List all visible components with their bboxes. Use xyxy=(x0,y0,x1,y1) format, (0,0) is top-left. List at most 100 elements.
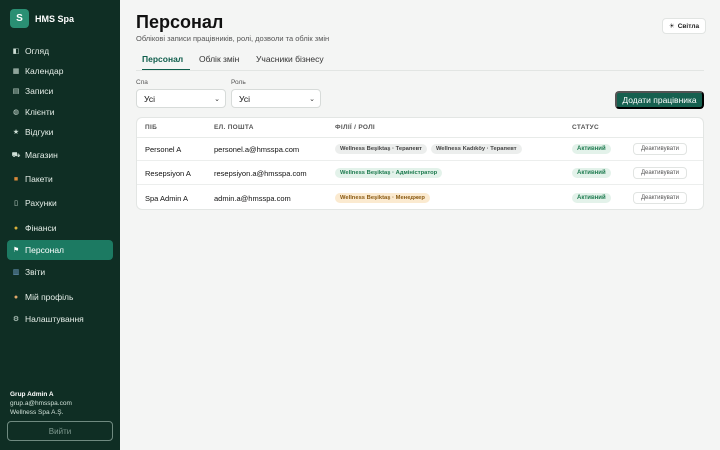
chevron-down-icon: ⌄ xyxy=(214,96,220,103)
overview-icon: ◧ xyxy=(12,48,20,55)
sidebar-item-label: Календар xyxy=(25,66,64,76)
money-bag-icon: ● xyxy=(13,224,19,232)
user-icon: ● xyxy=(13,293,19,301)
brand-name: HMS Spa xyxy=(35,13,75,24)
theme-toggle-button[interactable]: ☀ Світла xyxy=(662,18,706,34)
sidebar-item-label: Клієнти xyxy=(25,107,55,117)
sidebar-item-label: Магазин xyxy=(25,150,58,160)
brand-logo: S xyxy=(10,9,29,28)
staff-table: ПІБ ЕЛ. ПОШТА ФІЛІЇ / РОЛІ СТАТУС Person… xyxy=(136,117,704,210)
employee-name: Personel A xyxy=(145,144,182,154)
action-cell: Деактивувати xyxy=(633,137,687,161)
column-header-roles: ФІЛІЇ / РОЛІ xyxy=(335,124,376,131)
star-icon: ★ xyxy=(12,129,20,136)
tabs: Персонал Облік змін Учасники бізнесу xyxy=(136,54,704,71)
spa-filter-label: Спа xyxy=(136,79,148,86)
appointments-icon: ▤ xyxy=(12,88,20,95)
employee-roles: Wellness Beşiktaş · Адміністратор xyxy=(335,161,446,185)
brand: S HMS Spa xyxy=(10,9,74,28)
role-chip: Wellness Kadıköy · Терапевт xyxy=(430,144,522,154)
current-user: Grup Admin A grup.a@hmsspa.com Wellness … xyxy=(10,390,72,417)
employee-roles: Wellness Beşiktaş · Терапевт Wellness Ka… xyxy=(335,137,526,161)
sidebar-item-clients[interactable]: ◍ Клієнти xyxy=(7,102,113,122)
sidebar-item-label: Мій профіль xyxy=(25,292,74,302)
spa-filter-value: Усі xyxy=(144,93,155,104)
status-cell: Активний xyxy=(572,161,611,185)
employee-name: Spa Admin A xyxy=(145,193,188,203)
sidebar-item-profile[interactable]: ● Мій профіль xyxy=(7,287,113,307)
table-row: Spa Admin A admin.a@hmsspa.com Wellness … xyxy=(137,186,703,209)
deactivate-button[interactable]: Деактивувати xyxy=(633,167,687,179)
chevron-down-icon: ⌄ xyxy=(309,96,315,103)
sidebar-item-label: Відгуки xyxy=(25,127,54,137)
sidebar-item-label: Записи xyxy=(25,86,54,96)
sidebar-item-calendar[interactable]: ▦ Календар xyxy=(7,61,113,81)
role-filter-label: Роль xyxy=(231,79,246,86)
main-content: Персонал Облікові записи працівників, ро… xyxy=(120,0,720,450)
sun-icon: ☀ xyxy=(668,23,675,30)
sidebar-item-staff[interactable]: ⚑ Персонал xyxy=(7,240,113,260)
package-icon: ■ xyxy=(13,175,19,183)
column-header-name: ПІБ xyxy=(145,124,158,131)
column-header-email: ЕЛ. ПОШТА xyxy=(214,124,254,131)
status-cell: Активний xyxy=(572,137,611,161)
status-badge: Активний xyxy=(572,193,611,203)
table-row: Personel A personel.a@hmsspa.com Wellnes… xyxy=(137,137,703,161)
sidebar-item-finance[interactable]: ● Фінанси xyxy=(7,218,113,238)
spa-filter-select[interactable]: Усі ⌄ xyxy=(136,89,226,108)
status-badge: Активний xyxy=(572,168,611,178)
add-employee-button[interactable]: Додати працівника xyxy=(615,91,704,109)
employee-email: resepsiyon.a@hmsspa.com xyxy=(214,168,307,178)
cart-icon: ⛟ xyxy=(11,151,21,159)
sidebar-item-label: Звіти xyxy=(25,267,46,277)
role-filter-select[interactable]: Усі ⌄ xyxy=(231,89,321,108)
clients-icon: ◍ xyxy=(12,109,20,116)
sidebar-item-reports[interactable]: ▥ Звіти xyxy=(7,262,113,282)
employee-name: Resepsiyon A xyxy=(145,168,191,178)
action-cell: Деактивувати xyxy=(633,186,687,209)
role-chip: Wellness Beşiktaş · Адміністратор xyxy=(335,168,443,178)
invoice-icon: ▯ xyxy=(14,200,18,207)
tab-business-members[interactable]: Учасники бізнесу xyxy=(256,54,336,71)
user-email: grup.a@hmsspa.com xyxy=(10,400,72,407)
deactivate-button[interactable]: Деактивувати xyxy=(633,192,687,204)
sidebar: S HMS Spa ◧ Огляд ▦ Календар ▤ Записи ◍ … xyxy=(0,0,120,450)
sidebar-item-overview[interactable]: ◧ Огляд xyxy=(7,41,113,61)
employee-email: admin.a@hmsspa.com xyxy=(214,193,291,203)
role-chip: Wellness Beşiktaş · Менеджер xyxy=(335,193,430,203)
deactivate-button[interactable]: Деактивувати xyxy=(633,143,687,155)
sidebar-item-reviews[interactable]: ★ Відгуки xyxy=(7,122,113,142)
calendar-icon: ▦ xyxy=(12,68,20,75)
page-subtitle: Облікові записи працівників, ролі, дозво… xyxy=(136,34,330,43)
role-filter-value: Усі xyxy=(239,93,250,104)
user-company: Wellness Spa A.Ş. xyxy=(10,409,64,416)
sidebar-item-settings[interactable]: ⚙ Налаштування xyxy=(7,309,113,329)
tab-staff[interactable]: Персонал xyxy=(142,54,190,71)
sidebar-item-label: Персонал xyxy=(25,245,65,255)
logout-button[interactable]: Вийти xyxy=(7,421,113,441)
row-divider xyxy=(137,184,703,185)
employee-roles: Wellness Beşiktaş · Менеджер xyxy=(335,186,434,209)
sidebar-item-packages[interactable]: ■ Пакети xyxy=(7,169,113,189)
sidebar-item-label: Пакети xyxy=(25,174,53,184)
sidebar-item-invoices[interactable]: ▯ Рахунки xyxy=(7,193,113,213)
tab-shift-tracking[interactable]: Облік змін xyxy=(199,54,247,71)
sidebar-item-appointments[interactable]: ▤ Записи xyxy=(7,81,113,101)
action-cell: Деактивувати xyxy=(633,161,687,185)
sidebar-item-shop[interactable]: ⛟ Магазин xyxy=(7,145,113,165)
tabs-divider xyxy=(136,70,704,71)
user-name: Grup Admin A xyxy=(10,391,54,398)
sidebar-item-label: Рахунки xyxy=(25,198,57,208)
column-header-status: СТАТУС xyxy=(572,124,599,131)
sidebar-item-label: Огляд xyxy=(25,46,50,56)
employee-email: personel.a@hmsspa.com xyxy=(214,144,300,154)
gear-icon: ⚙ xyxy=(12,316,20,323)
status-cell: Активний xyxy=(572,186,611,209)
status-badge: Активний xyxy=(572,144,611,154)
table-row: Resepsiyon A resepsiyon.a@hmsspa.com Wel… xyxy=(137,161,703,185)
page-title: Персонал xyxy=(136,12,224,32)
role-chip: Wellness Beşiktaş · Терапевт xyxy=(335,144,427,154)
chart-icon: ▥ xyxy=(12,269,20,276)
flag-icon: ⚑ xyxy=(12,247,20,254)
theme-label: Світла xyxy=(677,22,700,30)
